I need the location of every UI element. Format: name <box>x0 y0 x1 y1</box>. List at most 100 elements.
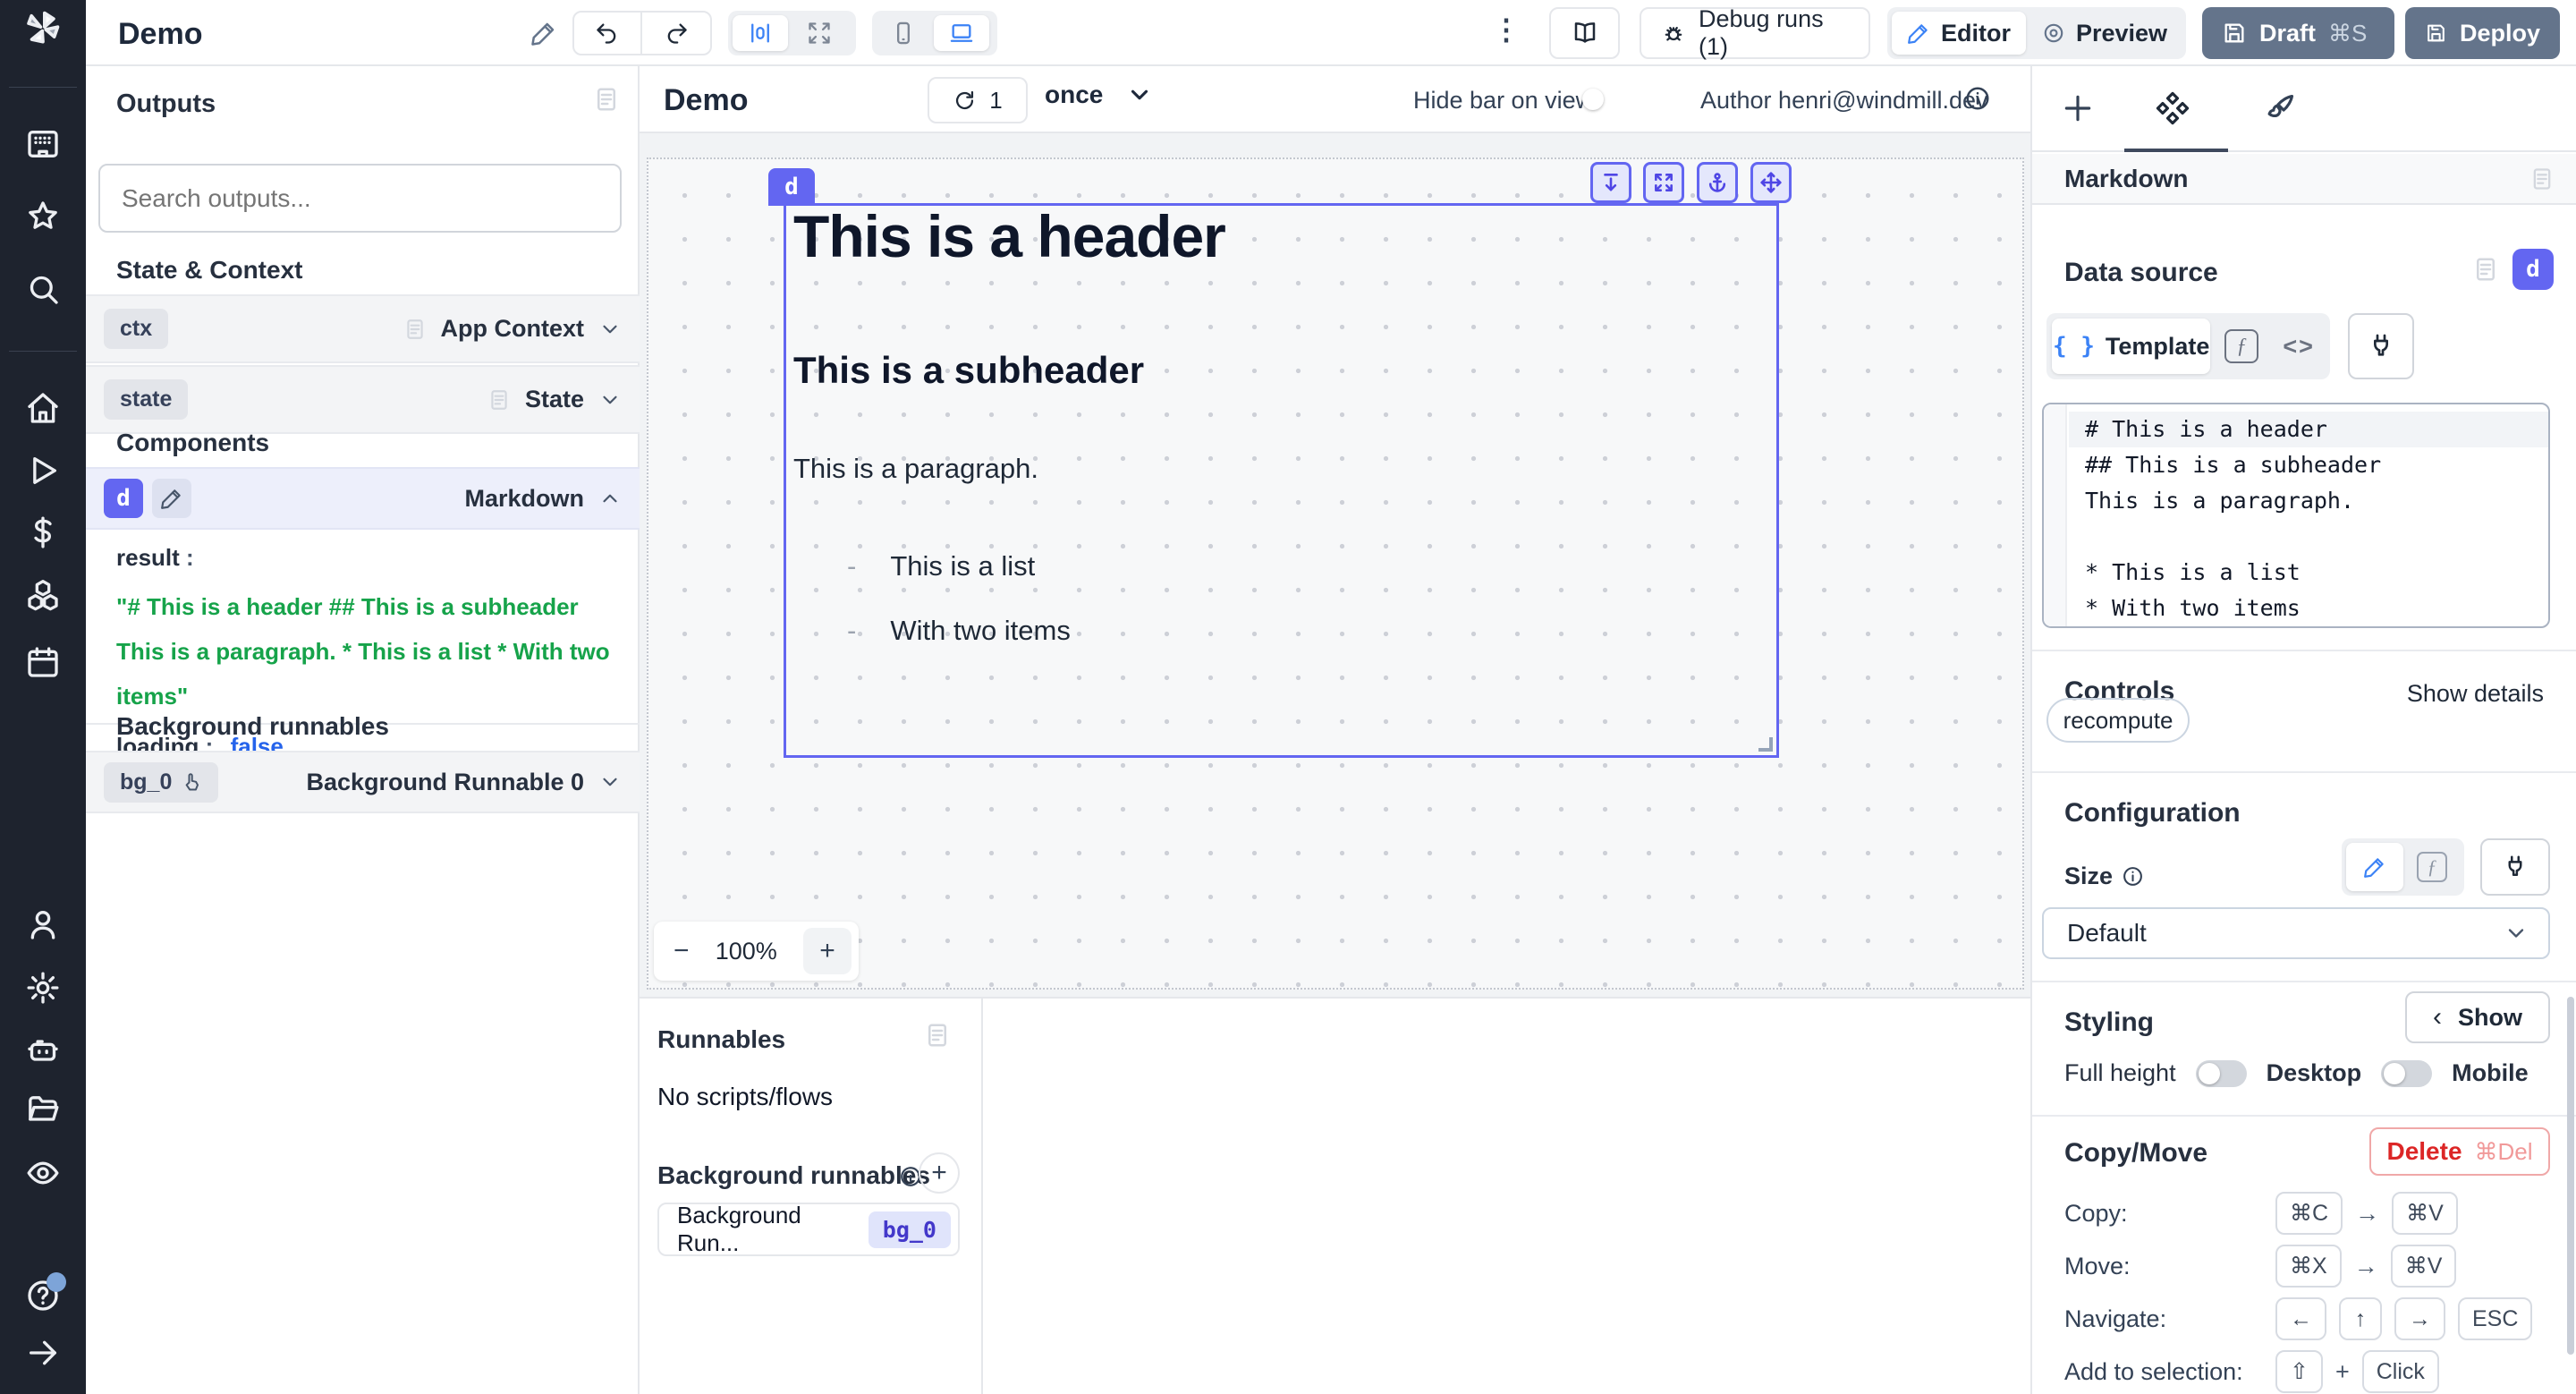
component-id-badge[interactable]: d <box>104 479 143 518</box>
tab-settings-icon[interactable] <box>2156 91 2190 125</box>
component-badge[interactable]: d <box>768 168 815 206</box>
resize-handle[interactable] <box>1758 737 1773 752</box>
app-title: Demo <box>118 17 202 52</box>
windmill-logo-icon[interactable] <box>23 9 63 48</box>
app-canvas[interactable]: This is a header This is a subheader Thi… <box>640 133 2030 997</box>
bg0-name-label: Background Runnable 0 <box>306 769 584 796</box>
size-connect-button[interactable] <box>2480 838 2550 896</box>
chevron-down-icon[interactable] <box>598 388 622 412</box>
edit-title-icon[interactable] <box>530 19 558 47</box>
refresh-mode-select[interactable]: once <box>1045 81 1153 109</box>
add-background-runnable-button[interactable]: + <box>919 1152 960 1194</box>
code-line: * This is a list <box>2085 555 2381 591</box>
component-row-markdown[interactable]: d Markdown <box>86 467 640 530</box>
sidebar-search-icon[interactable] <box>25 271 61 307</box>
sidebar-home-icon[interactable] <box>25 390 61 426</box>
info-icon[interactable] <box>1964 85 1991 112</box>
zoom-out-button[interactable]: − <box>674 936 690 966</box>
code-mode-button[interactable]: <> <box>2273 319 2325 374</box>
editor-tab[interactable]: Editor <box>1892 12 2026 55</box>
chevron-down-icon[interactable] <box>598 770 622 794</box>
size-static-button[interactable] <box>2346 843 2403 891</box>
docs-button[interactable] <box>1549 7 1620 59</box>
ctx-log-icon[interactable] <box>403 318 427 341</box>
bg-runnable-card[interactable]: Background Run... bg_0 <box>657 1203 960 1256</box>
sidebar-runs-icon[interactable] <box>25 453 61 489</box>
template-code-editor[interactable]: # This is a header ## This is a subheade… <box>2042 403 2550 628</box>
preview-tab[interactable]: Preview <box>2029 12 2180 55</box>
undo-button[interactable] <box>574 13 642 54</box>
md-list: - This is a list - With two items <box>847 546 1071 651</box>
state-row[interactable]: state State <box>86 365 640 434</box>
handle-expand-icon[interactable] <box>1643 162 1684 203</box>
sidebar-favorites-icon[interactable] <box>25 199 61 234</box>
desktop-view-button[interactable] <box>934 15 989 51</box>
handle-move-icon[interactable] <box>1750 162 1792 203</box>
debug-runs-button[interactable]: Debug runs (1) <box>1640 7 1870 59</box>
sidebar-apps-icon[interactable] <box>25 126 61 162</box>
fx-mode-button[interactable]: ƒ <box>2216 319 2267 374</box>
help-icon[interactable] <box>25 1278 61 1313</box>
chevron-up-icon[interactable] <box>598 487 622 510</box>
sidebar-users-icon[interactable] <box>25 906 61 942</box>
result-value[interactable]: "# This is a header ## This is a subhead… <box>116 584 617 718</box>
desktop-toggle[interactable] <box>2381 1060 2432 1087</box>
info-icon[interactable] <box>2122 865 2144 888</box>
data-source-log-icon[interactable] <box>2472 256 2499 283</box>
rename-component-icon[interactable] <box>152 479 191 518</box>
zoom-control: − 100% + <box>654 922 859 981</box>
sidebar-workers-icon[interactable] <box>25 1033 61 1068</box>
template-mode-button[interactable]: { } Template <box>2052 319 2210 374</box>
sidebar-schedules-icon[interactable] <box>25 644 61 680</box>
state-id-chip[interactable]: state <box>104 379 188 420</box>
panel-divider[interactable] <box>981 999 983 1394</box>
search-outputs-input[interactable] <box>98 164 622 233</box>
styling-show-button[interactable]: ‹ Show <box>2405 991 2550 1043</box>
author-label: Author henri@windmill.dev <box>1700 87 1988 115</box>
tab-insert-icon[interactable] <box>2061 91 2095 125</box>
canvas-app-title: Demo <box>664 83 748 118</box>
chevron-down-icon[interactable] <box>598 318 622 341</box>
size-fx-button[interactable]: ƒ <box>2407 843 2457 891</box>
fullwidth-layout-button[interactable] <box>792 15 847 51</box>
sidebar-variables-icon[interactable] <box>25 514 61 550</box>
bg0-id-chip[interactable]: bg_0 <box>104 762 218 803</box>
runnables-log-icon[interactable] <box>924 1022 951 1049</box>
centered-layout-button[interactable] <box>733 15 788 51</box>
more-menu-button[interactable]: ⋮ <box>1492 13 1521 47</box>
draft-button[interactable]: Draft ⌘S <box>2202 7 2394 59</box>
canvas-grid[interactable]: This is a header This is a subheader Thi… <box>647 157 2024 990</box>
scrollbar-thumb[interactable] <box>2567 997 2574 1355</box>
sidebar-audit-icon[interactable] <box>25 1155 61 1191</box>
zoom-in-button[interactable]: + <box>803 928 852 974</box>
component-log-icon[interactable] <box>2529 166 2555 191</box>
background-runnable-row[interactable]: bg_0 Background Runnable 0 <box>86 751 640 813</box>
refresh-button[interactable]: 1 <box>928 77 1028 123</box>
handle-insert-icon[interactable] <box>1590 162 1631 203</box>
ctx-row[interactable]: ctx App Context <box>86 294 640 363</box>
state-log-icon[interactable] <box>487 388 511 412</box>
connect-input-button[interactable] <box>2348 313 2414 379</box>
sidebar-settings-icon[interactable] <box>25 970 61 1006</box>
ctx-id-chip[interactable]: ctx <box>104 309 168 349</box>
navigate-label: Navigate: <box>2064 1305 2166 1333</box>
outputs-log-icon[interactable] <box>593 86 620 113</box>
redo-button[interactable] <box>642 13 710 54</box>
handle-anchor-icon[interactable] <box>1697 162 1738 203</box>
sidebar-resources-icon[interactable] <box>25 577 61 613</box>
size-select[interactable]: Default <box>2042 907 2550 959</box>
recompute-button[interactable]: recompute <box>2046 698 2190 743</box>
delete-button[interactable]: Delete ⌘Del <box>2369 1127 2550 1176</box>
mobile-view-button[interactable] <box>877 15 930 51</box>
markdown-component[interactable]: This is a header This is a subheader Thi… <box>784 203 1779 758</box>
deploy-button[interactable]: Deploy <box>2405 7 2560 59</box>
show-details-link[interactable]: Show details <box>2407 680 2544 708</box>
delete-shortcut: ⌘Del <box>2475 1138 2533 1166</box>
sidebar-folders-icon[interactable] <box>25 1092 61 1128</box>
runnables-empty-label: No scripts/flows <box>657 1083 833 1111</box>
tab-styling-icon[interactable] <box>2263 91 2297 125</box>
expand-rail-icon[interactable] <box>25 1335 61 1371</box>
result-key[interactable]: result <box>116 544 180 571</box>
data-source-badge[interactable]: d <box>2512 249 2554 290</box>
full-height-toggle[interactable] <box>2196 1060 2247 1087</box>
